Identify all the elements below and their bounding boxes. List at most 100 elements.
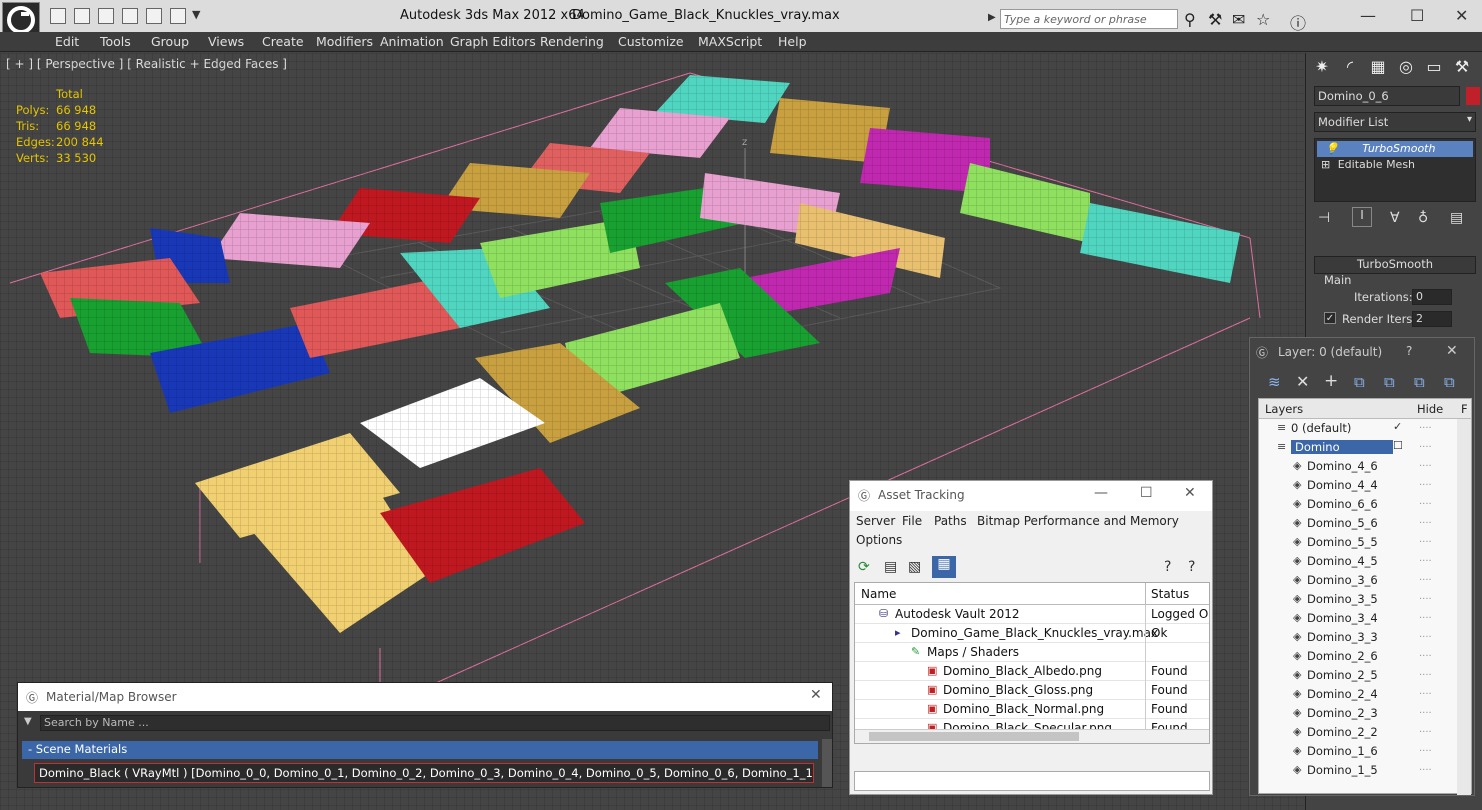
hide-toggle[interactable]: ....: [1419, 705, 1432, 716]
maximize-icon[interactable]: ☐: [1140, 485, 1153, 501]
menu-options[interactable]: Options: [856, 533, 902, 547]
close-icon[interactable]: ✕: [1455, 6, 1468, 25]
menu-paths[interactable]: Paths: [934, 514, 967, 528]
freeze-all-icon[interactable]: ⧉: [1444, 373, 1455, 391]
select-objects-icon[interactable]: ⧉: [1354, 373, 1365, 391]
hide-toggle[interactable]: ....: [1419, 439, 1432, 450]
menu-views[interactable]: Views: [208, 34, 244, 49]
hide-toggle[interactable]: ....: [1419, 724, 1432, 735]
new-file-icon[interactable]: [50, 8, 66, 24]
asset-row[interactable]: ▣ Domino_Black_Albedo.png Found: [855, 662, 1209, 681]
modifier-list-dropdown[interactable]: Modifier List ▾: [1314, 112, 1476, 132]
layer-row[interactable]: ◈ Domino_3_5....: [1259, 590, 1455, 609]
hide-toggle[interactable]: ....: [1419, 515, 1432, 526]
layer-row[interactable]: ◈ Domino_2_6....: [1259, 647, 1455, 666]
help-icon[interactable]: ⓘ: [1290, 10, 1306, 34]
layer-row[interactable]: ◈ Domino_2_5....: [1259, 666, 1455, 685]
hide-toggle[interactable]: ....: [1419, 477, 1432, 488]
table-view-icon[interactable]: ▦: [932, 556, 956, 578]
hold-icon[interactable]: [170, 8, 186, 24]
expand-arrow-icon[interactable]: ▶: [988, 12, 996, 23]
scene-materials-section[interactable]: - Scene Materials: [22, 741, 818, 759]
menu-graph-editors[interactable]: Graph Editors: [450, 34, 536, 49]
hierarchy-tab-icon[interactable]: ▦: [1366, 57, 1390, 81]
col-layers[interactable]: Layers: [1265, 402, 1303, 416]
menu-help[interactable]: Help: [778, 34, 807, 49]
asset-row[interactable]: ▸ Domino_Game_Black_Knuckles_vray.max Ok: [855, 624, 1209, 643]
refresh-icon[interactable]: ⟳: [858, 559, 870, 575]
layer-row[interactable]: ◈ Domino_2_4....: [1259, 685, 1455, 704]
asset-row[interactable]: ✎ Maps / Shaders: [855, 643, 1209, 662]
layer-row[interactable]: ◈ Domino_3_3....: [1259, 628, 1455, 647]
material-scrollbar[interactable]: [822, 739, 832, 787]
render-iters-checkbox[interactable]: ✓: [1324, 312, 1336, 324]
object-color-swatch[interactable]: [1466, 87, 1480, 105]
hide-toggle[interactable]: ....: [1419, 648, 1432, 659]
close-icon[interactable]: ✕: [1184, 485, 1196, 501]
menu-edit[interactable]: Edit: [55, 34, 79, 49]
menu-server[interactable]: Server: [856, 514, 895, 528]
asset-row[interactable]: ▣ Domino_Black_Normal.png Found: [855, 700, 1209, 719]
layer-row[interactable]: ◈ Domino_3_6....: [1259, 571, 1455, 590]
favorites-star-icon[interactable]: ☆: [1256, 10, 1270, 29]
create-layer-icon[interactable]: ≋: [1268, 373, 1281, 391]
help-icon[interactable]: ?: [1406, 344, 1412, 358]
hide-toggle[interactable]: ....: [1419, 610, 1432, 621]
col-name[interactable]: Name: [861, 587, 896, 601]
menu-tools[interactable]: Tools: [100, 34, 131, 49]
motion-tab-icon[interactable]: ◎: [1394, 57, 1418, 81]
detail-view-icon[interactable]: ▧: [908, 559, 921, 575]
layer-row[interactable]: ◈ Domino_1_6....: [1259, 742, 1455, 761]
asset-row[interactable]: ▣ Domino_Black_Gloss.png Found: [855, 681, 1209, 700]
create-tab-icon[interactable]: ✷: [1310, 57, 1334, 81]
undo-icon[interactable]: [122, 8, 138, 24]
hide-toggle[interactable]: ....: [1419, 762, 1432, 773]
menu-bitmap-performance[interactable]: Bitmap Performance and Memory: [977, 514, 1179, 528]
expand-plus-icon[interactable]: ⊞: [1321, 158, 1330, 171]
menu-create[interactable]: Create: [262, 34, 304, 49]
minimize-icon[interactable]: —: [1360, 6, 1376, 25]
layer-window-titlebar[interactable]: Ⓖ Layer: 0 (default) ? ✕: [1250, 338, 1474, 368]
material-search-input[interactable]: Search by Name ...: [40, 715, 830, 731]
layer-row[interactable]: ≡ 0 (default).... ✓: [1259, 419, 1455, 438]
hide-toggle[interactable]: ....: [1419, 629, 1432, 640]
tools-icon[interactable]: ⚒: [1208, 10, 1222, 29]
render-iters-spinner[interactable]: 2: [1412, 311, 1452, 327]
list-view-icon[interactable]: ▤: [884, 559, 897, 575]
utilities-tab-icon[interactable]: ⚒: [1450, 57, 1474, 81]
binoculars-icon[interactable]: ⚲: [1184, 10, 1196, 29]
menu-customize[interactable]: Customize: [618, 34, 684, 49]
layer-row[interactable]: ≡ Domino.... ☐: [1259, 438, 1455, 457]
keyword-search-input[interactable]: Type a keyword or phrase: [1000, 9, 1178, 29]
configure-sets-icon[interactable]: ▤: [1450, 210, 1463, 226]
material-browser-titlebar[interactable]: Ⓖ Material/Map Browser ✕: [18, 683, 832, 711]
settings-help-icon[interactable]: ?: [1188, 559, 1195, 575]
hide-toggle[interactable]: ....: [1419, 420, 1432, 431]
save-icon[interactable]: [98, 8, 114, 24]
menu-maxscript[interactable]: MAXScript: [698, 34, 762, 49]
hide-toggle[interactable]: ....: [1419, 591, 1432, 602]
menu-group[interactable]: Group: [151, 34, 189, 49]
maximize-icon[interactable]: ☐: [1410, 6, 1424, 25]
display-tab-icon[interactable]: ▭: [1422, 57, 1446, 81]
scroll-thumb[interactable]: [869, 732, 1079, 741]
modify-tab-icon[interactable]: ◜: [1338, 57, 1362, 81]
vault-help-icon[interactable]: ?: [1164, 559, 1171, 575]
close-icon[interactable]: ✕: [810, 687, 822, 703]
hide-toggle[interactable]: ....: [1419, 458, 1432, 469]
current-layer-check-icon[interactable]: ✓: [1393, 420, 1402, 433]
hide-all-icon[interactable]: ⧉: [1414, 373, 1425, 391]
layer-row[interactable]: ◈ Domino_1_5....: [1259, 761, 1455, 780]
remove-modifier-icon[interactable]: ♁: [1418, 210, 1428, 226]
stack-item-turbosmooth[interactable]: 💡 TurboSmooth: [1317, 141, 1473, 157]
make-unique-icon[interactable]: ∀: [1390, 210, 1400, 226]
hide-toggle[interactable]: ....: [1419, 572, 1432, 583]
turbosmooth-rollout-header[interactable]: TurboSmooth: [1314, 256, 1476, 274]
hide-toggle[interactable]: ....: [1419, 553, 1432, 564]
asset-row[interactable]: ⛁ Autodesk Vault 2012 Logged Out: [855, 605, 1209, 624]
object-name-field[interactable]: Domino_0_6: [1314, 86, 1460, 106]
lightbulb-icon[interactable]: 💡: [1325, 142, 1339, 155]
layer-row[interactable]: ◈ Domino_4_5....: [1259, 552, 1455, 571]
layers-scrollbar[interactable]: [1457, 419, 1471, 795]
minimize-icon[interactable]: —: [1094, 485, 1108, 501]
